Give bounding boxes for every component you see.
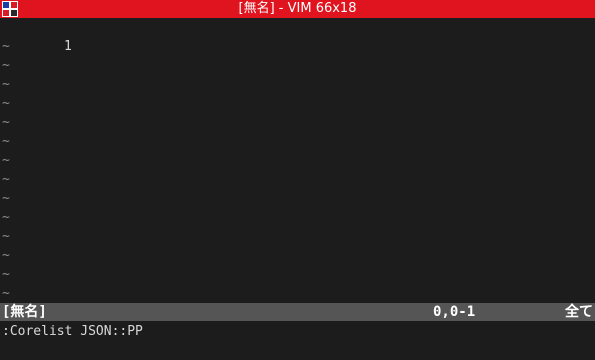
window-title: [無名] - VIM 66x18 [238, 1, 357, 16]
empty-line-marker: ~ [2, 267, 10, 282]
vim-window: [無名] - VIM 66x18 1 ~ ~ ~ ~ ~ ~ ~ ~ ~ ~ ~ ~ ~ ~ [無名] 0… [0, 0, 595, 360]
empty-line-marker: ~ [2, 115, 10, 130]
line-number-value: 1 [63, 39, 72, 54]
empty-line-marker: ~ [2, 210, 10, 225]
status-line: [無名] 0,0-1 全て [0, 303, 595, 321]
line-number: 1 [0, 18, 72, 54]
empty-line-marker: ~ [2, 229, 10, 244]
title-bar[interactable]: [無名] - VIM 66x18 [0, 0, 595, 18]
command-line[interactable]: :Corelist JSON::PP [0, 321, 595, 360]
empty-line-marker: ~ [2, 153, 10, 168]
editor-buffer[interactable]: 1 ~ ~ ~ ~ ~ ~ ~ ~ ~ ~ ~ ~ ~ ~ [0, 18, 595, 303]
empty-line-marker: ~ [2, 77, 10, 92]
status-cursor-position: 0,0-1 [433, 304, 476, 320]
empty-line-marker: ~ [2, 134, 10, 149]
empty-line-marker: ~ [2, 172, 10, 187]
empty-line-marker: ~ [2, 248, 10, 263]
status-filename: [無名] [2, 304, 47, 320]
status-scroll-indicator: 全て [565, 304, 593, 320]
empty-line-marker: ~ [2, 96, 10, 111]
empty-line-marker: ~ [2, 39, 10, 54]
command-text[interactable]: :Corelist JSON::PP [2, 322, 143, 341]
empty-line-marker: ~ [2, 286, 10, 301]
empty-line-marker: ~ [2, 58, 10, 73]
empty-line-marker: ~ [2, 191, 10, 206]
